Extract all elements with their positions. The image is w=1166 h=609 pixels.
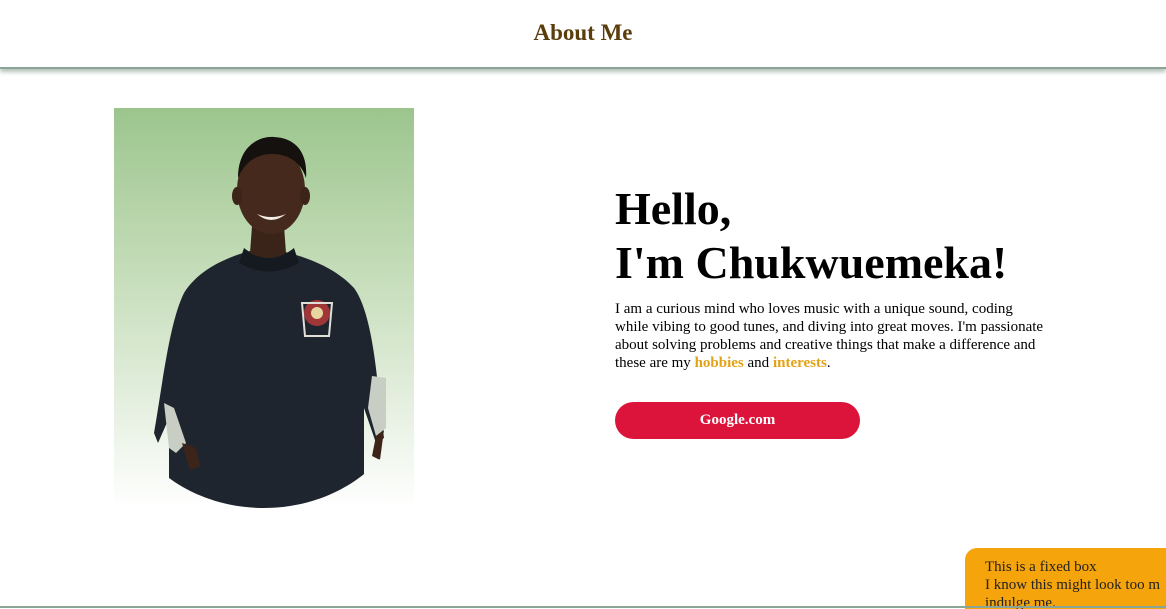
hero-section: Hello, I'm Chukwuemeka! I am a curious m… — [615, 182, 1055, 439]
profile-photo — [114, 108, 414, 508]
hero-period: . — [826, 355, 831, 371]
fixed-box-line1: This is a fixed box — [985, 559, 1097, 575]
fixed-box-line2: I know this might look too m — [985, 577, 1161, 593]
bottom-divider — [0, 606, 1166, 608]
hero-greeting-line2: I'm Chukwuemeka! — [615, 237, 1008, 288]
hero-intro: I am a curious mind who loves music with… — [615, 300, 1045, 372]
fixed-box: This is a fixed box I know this might lo… — [965, 548, 1166, 609]
page-title: About Me — [533, 20, 633, 45]
interests-link[interactable]: interests — [773, 355, 827, 371]
hobbies-link[interactable]: hobbies — [695, 355, 744, 371]
site-header: About Me — [0, 0, 1166, 69]
hero-greeting-line1: Hello, — [615, 183, 732, 234]
page: About Me Hello, I'm Chukwuemeka! I am a … — [0, 0, 1166, 609]
hero-conjunction: and — [747, 355, 770, 371]
hero-heading: Hello, I'm Chukwuemeka! — [615, 182, 1055, 290]
google-button[interactable]: Google.com — [615, 402, 860, 439]
